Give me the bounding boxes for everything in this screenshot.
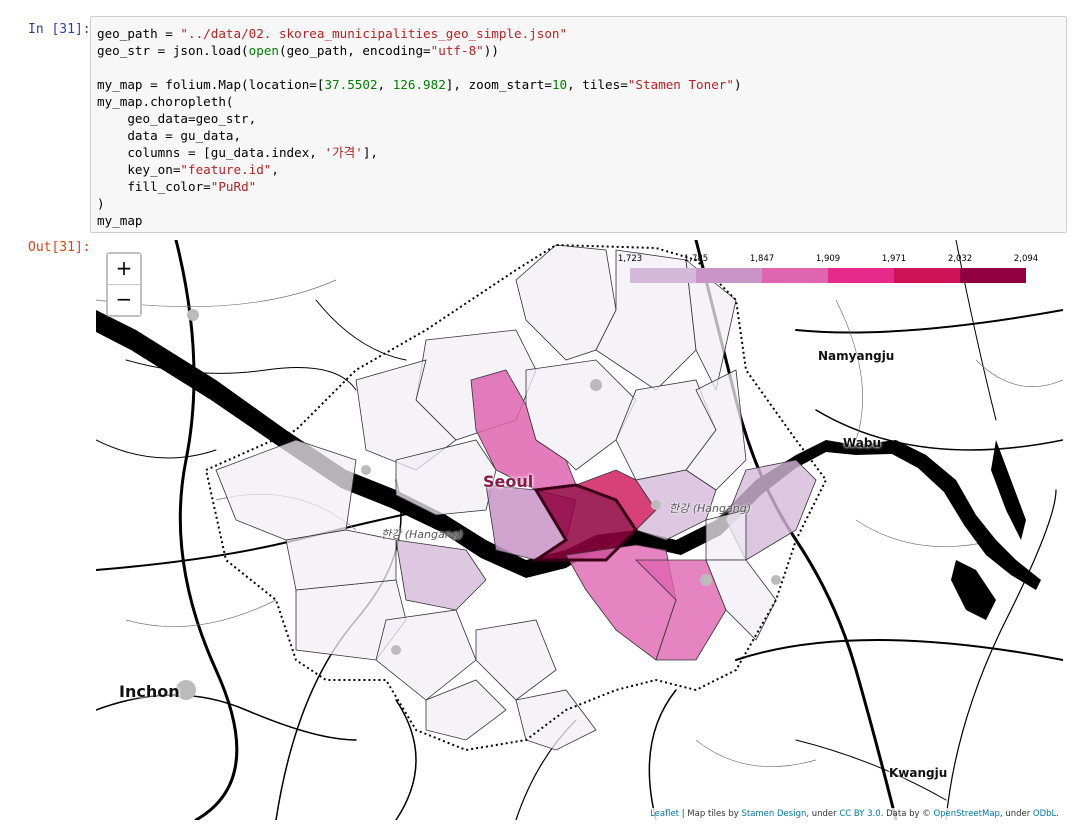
attribution-text: , under [806,809,840,819]
code-token: , tiles= [567,77,628,92]
reservoir [951,560,996,620]
code-token: "feature.id" [180,162,272,177]
legend-swatch [960,268,1026,283]
zoom-out-button[interactable]: − [108,284,140,315]
zoom-control[interactable]: + − [106,252,142,317]
code-token: , [271,162,279,177]
code-token: open [248,43,279,58]
code-token: my_map.choropleth( [97,94,234,109]
legend-tick: 1,971 [881,254,907,264]
code-token: 37.5502 [324,77,378,92]
district[interactable] [475,619,557,701]
district[interactable] [515,689,597,751]
legend-tick: 1,723 [617,254,643,264]
code-token: ], zoom_start= [445,77,552,92]
code-token: geo_path = [97,26,181,41]
code-token: (geo_path, encoding= [279,43,431,58]
map-container[interactable]: + − 1,723 1,785 1,847 1,909 1,971 2,032 … [96,240,1063,820]
output-prompt: Out[31]: [28,240,91,255]
code-token: my_map [97,213,143,228]
legend-swatch [828,268,894,283]
place-label-seoul: Seoul [483,472,534,491]
code-token: '가격' [324,145,363,160]
river-branch [991,440,1026,540]
code-token: key_on= [97,162,181,177]
code-cell[interactable]: geo_path = "../data/02. skorea_municipal… [90,16,1067,233]
legend-tick: 1,909 [815,254,841,264]
legend-tick: 1,785 [683,254,709,264]
stamen-link[interactable]: Stamen Design [741,809,806,819]
district[interactable] [215,439,357,541]
code-token: geo_data=geo_str, [97,111,257,126]
code-token: "Stamen Toner" [627,77,734,92]
zoom-in-button[interactable]: + [108,254,140,284]
code-token: ], [362,145,378,160]
legend-tick: 2,094 [1013,254,1039,264]
place-label-inchon: Inchon [119,682,180,701]
code-token: columns = [gu_data.index, [97,145,325,160]
code-editor[interactable]: geo_path = "../data/02. skorea_municipal… [97,25,742,229]
place-label-kwangju: Kwangju [889,766,948,780]
code-token: "PuRd" [210,179,257,194]
leaflet-link[interactable]: Leaflet [650,809,679,819]
river-label-right: 한강 (Hangang) [669,502,751,515]
place-label-wabu: Wabu [843,436,882,450]
legend-tick: 1,847 [749,254,775,264]
district[interactable] [705,509,747,561]
code-token: data = gu_data, [97,128,242,143]
code-token: "../data/02. skorea_municipalities_geo_s… [180,26,568,41]
osm-link[interactable]: OpenStreetMap [933,809,999,819]
map-tiles[interactable] [96,240,1063,820]
code-token: fill_color= [97,179,211,194]
input-prompt: In [31]: [28,22,91,37]
district[interactable] [285,529,397,591]
legend-swatch [762,268,828,283]
code-token: 10 [551,77,568,92]
place-label-namyangju: Namyangju [818,349,895,363]
code-token: "utf-8" [430,43,484,58]
attribution-text: , under [999,809,1033,819]
code-token: )) [483,43,499,58]
river-label-left: 한강 (Hangang) [381,528,463,541]
cc-link[interactable]: CC BY 3.0 [839,809,880,819]
legend-tick: 2,032 [947,254,973,264]
code-token: ) [733,77,742,92]
odbl-link[interactable]: ODbL [1033,809,1056,819]
code-token: , [377,77,393,92]
code-token: ) [97,196,105,211]
attribution-text: . Data by © [880,809,934,819]
code-token: geo_str = json.load( [97,43,249,58]
code-token: 126.982 [392,77,446,92]
legend: 1,723 1,785 1,847 1,909 1,971 2,032 2,09… [616,248,1039,288]
attribution-text: | Map tiles by [679,809,742,819]
map-attribution: Leaflet | Map tiles by Stamen Design, un… [646,808,1063,820]
legend-swatch [630,268,696,283]
code-token: my_map = folium.Map(location=[ [97,77,325,92]
legend-swatch [696,268,762,283]
attribution-text: . [1056,809,1059,819]
legend-swatch [894,268,960,283]
